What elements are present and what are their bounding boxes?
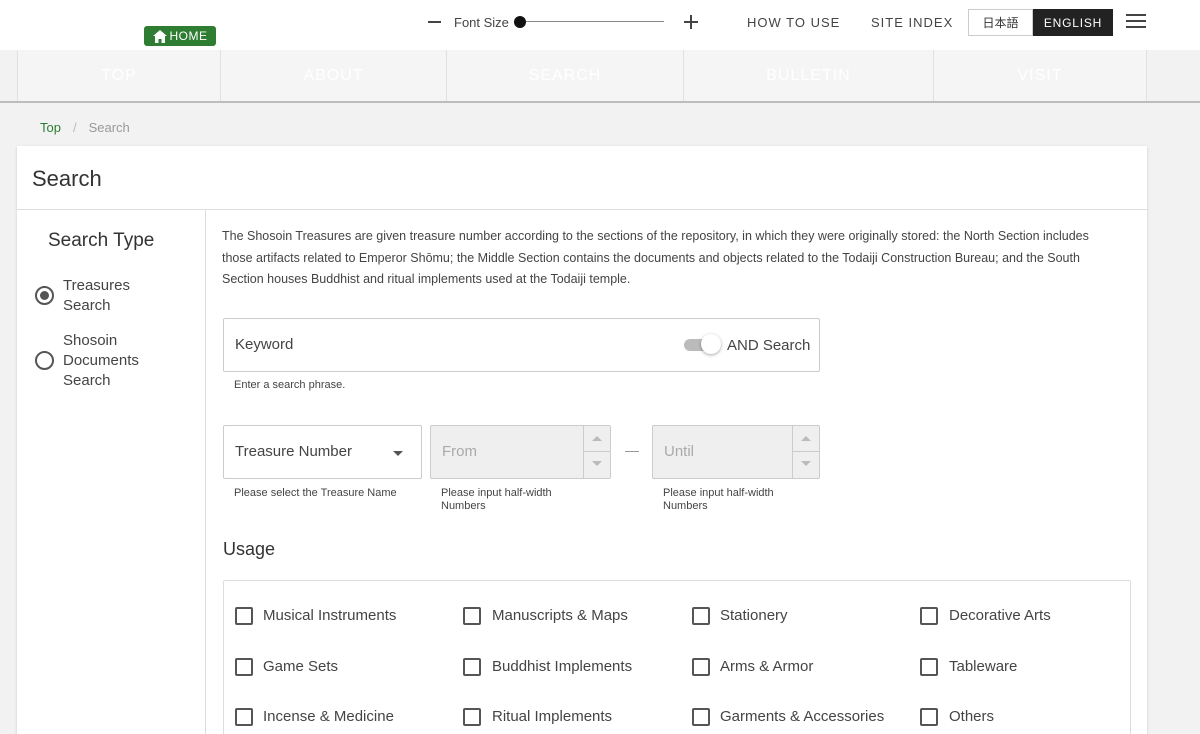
spin-up-icon[interactable] [793, 426, 819, 452]
font-size-decrease-icon[interactable] [424, 10, 444, 34]
until-spinner [792, 426, 819, 478]
nav-item-bulletin[interactable]: BULLETIN [684, 50, 934, 102]
keyword-input[interactable]: Keyword AND Search [223, 318, 820, 372]
spin-up-icon[interactable] [584, 426, 610, 452]
radio-treasures-label[interactable]: Treasures Search [63, 276, 173, 316]
checkbox-label[interactable]: Buddhist Implements [492, 658, 632, 675]
home-button[interactable]: HOME [144, 26, 216, 46]
checkbox-buddhist-implements[interactable] [463, 658, 481, 676]
radio-documents-label[interactable]: Shosoin Documents Search [63, 331, 173, 391]
checkbox-label[interactable]: Game Sets [263, 658, 338, 675]
lang-english-button[interactable]: ENGLISH [1033, 9, 1113, 36]
checkbox-game-sets[interactable] [235, 658, 253, 676]
font-size-control: Font Size [424, 10, 701, 34]
checkbox-label[interactable]: Arms & Armor [720, 658, 813, 675]
from-number-input[interactable]: From [430, 425, 611, 479]
search-type-title: Search Type [48, 230, 155, 251]
checkbox-label[interactable]: Musical Instruments [263, 607, 396, 624]
until-hint: Please input half-width Numbers [663, 487, 774, 512]
checkbox-label[interactable]: Garments & Accessories [720, 708, 884, 725]
usage-checkbox-group: Musical Instruments Manuscripts & Maps S… [223, 580, 1131, 734]
from-hint: Please input half-width Numbers [441, 487, 552, 512]
checkbox-label[interactable]: Tableware [949, 658, 1017, 675]
checkbox-label[interactable]: Incense & Medicine [263, 708, 394, 725]
checkbox-tableware[interactable] [920, 658, 938, 676]
checkbox-manuscripts-maps[interactable] [463, 607, 481, 625]
from-placeholder: From [442, 443, 477, 460]
usage-title: Usage [223, 539, 276, 559]
checkbox-label[interactable]: Manuscripts & Maps [492, 607, 628, 624]
top-bar: HOME Font Size HOW TO USE SITE INDEX 日本語… [0, 0, 1200, 50]
treasure-number-select[interactable]: Treasure Number [223, 425, 422, 479]
until-number-input[interactable]: Until [652, 425, 820, 479]
keyword-label: Keyword [235, 336, 294, 353]
and-search-label: AND Search [727, 337, 811, 354]
checkbox-decorative-arts[interactable] [920, 607, 938, 625]
spin-down-icon[interactable] [793, 452, 819, 478]
checkbox-garments-accessories[interactable] [692, 708, 710, 726]
checkbox-label[interactable]: Others [949, 708, 994, 725]
home-label: HOME [169, 29, 208, 43]
range-dash [625, 451, 639, 452]
nav-item-top[interactable]: TOP [18, 50, 221, 102]
menu-icon[interactable] [1126, 14, 1146, 30]
radio-documents-search[interactable] [35, 351, 54, 370]
and-search-toggle[interactable] [684, 334, 722, 354]
checkbox-others[interactable] [920, 708, 938, 726]
breadcrumb: Top / Search [40, 120, 130, 135]
spin-down-icon[interactable] [584, 452, 610, 478]
chevron-down-icon [393, 451, 403, 456]
font-size-increase-icon[interactable] [681, 10, 701, 34]
language-switcher: 日本語 ENGLISH [968, 9, 1113, 36]
nav-item-visit[interactable]: VISIT [934, 50, 1147, 102]
until-placeholder: Until [664, 443, 695, 460]
checkbox-ritual-implements[interactable] [463, 708, 481, 726]
site-index-link[interactable]: SITE INDEX [871, 15, 953, 30]
nav-item-search[interactable]: SEARCH [447, 50, 684, 102]
search-description: The Shosoin Treasures are given treasure… [222, 229, 1089, 286]
checkbox-label[interactable]: Decorative Arts [949, 607, 1051, 624]
checkbox-label[interactable]: Ritual Implements [492, 708, 612, 725]
checkbox-stationery[interactable] [692, 607, 710, 625]
treasure-number-hint: Please select the Treasure Name [234, 487, 397, 499]
search-type-panel: Search Type Treasures Search Shosoin Doc… [17, 210, 206, 734]
from-spinner [583, 426, 610, 478]
search-card: Search Search Type Treasures Search Shos… [17, 146, 1147, 734]
slider-thumb[interactable] [514, 16, 526, 28]
breadcrumb-top-link[interactable]: Top [40, 120, 61, 135]
keyword-hint: Enter a search phrase. [234, 379, 346, 391]
how-to-use-link[interactable]: HOW TO USE [747, 15, 840, 30]
checkbox-label[interactable]: Stationery [720, 607, 788, 624]
breadcrumb-current: Search [88, 120, 130, 135]
font-size-slider[interactable] [514, 10, 664, 34]
toggle-thumb [701, 334, 721, 354]
checkbox-arms-armor[interactable] [692, 658, 710, 676]
nav-item-about[interactable]: ABOUT [221, 50, 447, 102]
radio-treasures-search[interactable] [35, 286, 54, 305]
breadcrumb-separator: / [72, 120, 77, 135]
treasure-number-label: Treasure Number [235, 443, 352, 460]
checkbox-musical-instruments[interactable] [235, 607, 253, 625]
page-title: Search [32, 166, 102, 191]
main-nav: TOP ABOUT SEARCH BULLETIN VISIT [17, 50, 1147, 102]
font-size-label: Font Size [454, 14, 509, 30]
home-icon [152, 29, 167, 43]
lang-japanese-button[interactable]: 日本語 [968, 9, 1033, 36]
slider-track [520, 21, 664, 22]
checkbox-incense-medicine[interactable] [235, 708, 253, 726]
nav-divider [0, 101, 1200, 103]
